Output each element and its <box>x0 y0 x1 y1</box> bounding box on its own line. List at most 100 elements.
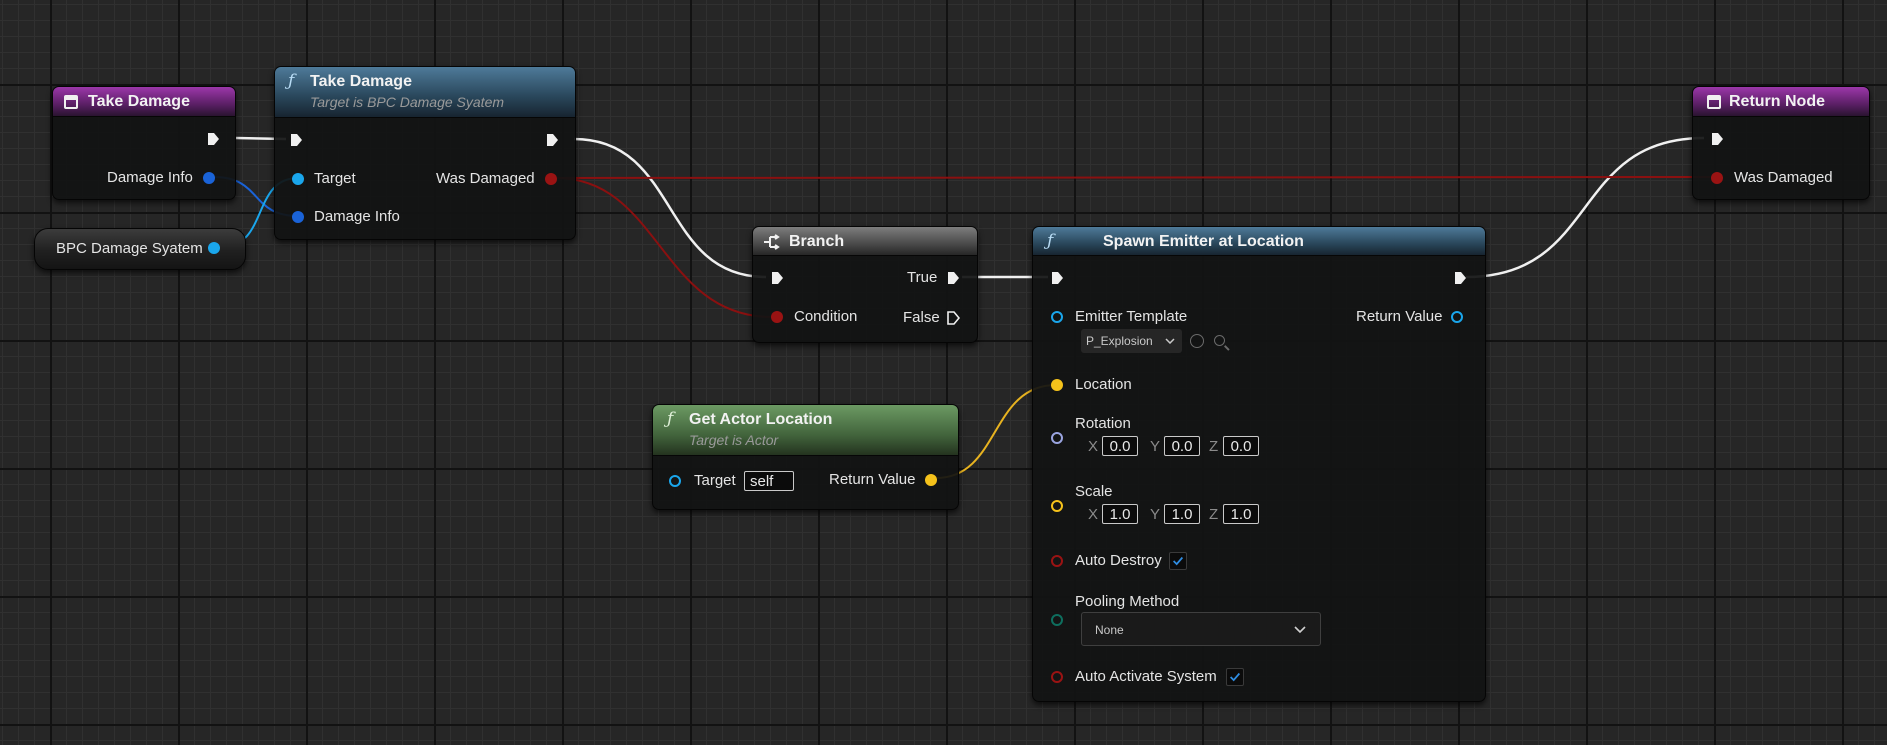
damage-info-in-pin[interactable] <box>292 211 304 223</box>
auto-activate-system-label: Auto Activate System <box>1075 668 1217 685</box>
function-icon: ƒ <box>1047 231 1054 251</box>
damage-info-out-pin[interactable] <box>203 172 215 184</box>
return-node-icon <box>1707 95 1721 109</box>
return-value-label: Return Value <box>829 471 916 488</box>
emitter-template-value: P_Explosion <box>1086 334 1153 348</box>
was-damaged-label: Was Damaged <box>436 170 535 187</box>
checkmark-icon <box>1230 672 1241 682</box>
emitter-template-in-pin[interactable] <box>1051 311 1063 323</box>
pooling-method-dropdown[interactable]: None <box>1081 612 1321 646</box>
condition-label: Condition <box>794 308 858 325</box>
exec-in-pin[interactable] <box>1710 132 1724 146</box>
auto-destroy-in-pin[interactable] <box>1051 555 1063 567</box>
target-in-pin[interactable] <box>669 475 681 487</box>
node-header: Take Damage <box>53 87 235 117</box>
node-header: Return Node <box>1693 87 1869 117</box>
scale-label: Scale <box>1075 483 1113 500</box>
exec-in-pin[interactable] <box>770 271 784 285</box>
node-title: Spawn Emitter at Location <box>1103 233 1304 250</box>
location-in-pin[interactable] <box>1051 379 1063 391</box>
true-label: True <box>907 269 938 286</box>
browse-asset-icon[interactable] <box>1214 335 1225 346</box>
exec-out-pin[interactable] <box>545 133 559 147</box>
variable-node-bpc-damage-system[interactable]: BPC Damage Syatem <box>34 228 246 270</box>
node-header: ƒ Spawn Emitter at Location <box>1033 227 1485 256</box>
pooling-method-label: Pooling Method <box>1075 593 1180 610</box>
rotation-z-axis-label: Z <box>1209 438 1219 455</box>
node-header: ƒ Take Damage Target is BPC Damage Syate… <box>275 67 575 118</box>
exec-wire-spawn-to-return[interactable] <box>1465 136 1705 279</box>
false-label: False <box>903 309 940 326</box>
return-value-out-pin[interactable] <box>1451 311 1463 323</box>
condition-in-pin[interactable] <box>771 311 783 323</box>
emitter-template-dropdown[interactable]: P_Explosion <box>1081 329 1182 353</box>
node-header: Branch <box>753 227 977 256</box>
branch-icon <box>764 234 780 250</box>
node-title: Take Damage <box>88 93 190 110</box>
damage-info-label: Damage Info <box>314 208 400 225</box>
node-title: Take Damage <box>310 73 412 90</box>
node-title: Branch <box>789 233 845 250</box>
bool-wire-damaged-to-return[interactable] <box>555 176 1711 179</box>
exec-in-pin[interactable] <box>289 133 303 147</box>
return-value-label: Return Value <box>1356 308 1443 325</box>
rotation-y-field[interactable]: 0.0 <box>1164 436 1200 456</box>
exec-wire-call-to-branch[interactable] <box>573 137 767 279</box>
node-subtitle: Target is BPC Damage Syatem <box>310 94 505 110</box>
bool-wire-damaged-to-condition[interactable] <box>555 177 773 318</box>
node-subtitle: Target is Actor <box>689 432 779 448</box>
variable-label: BPC Damage Syatem <box>56 240 203 257</box>
scale-in-pin[interactable] <box>1051 500 1063 512</box>
emitter-template-label: Emitter Template <box>1075 308 1188 325</box>
target-label: Target <box>694 472 736 489</box>
scale-x-field[interactable]: 1.0 <box>1102 504 1138 524</box>
variable-out-pin[interactable] <box>208 242 220 254</box>
event-icon <box>64 95 78 109</box>
rotation-in-pin[interactable] <box>1051 432 1063 444</box>
was-damaged-out-pin[interactable] <box>545 173 557 185</box>
exec-in-pin[interactable] <box>1050 271 1064 285</box>
rotation-y-axis-label: Y <box>1150 438 1161 455</box>
chevron-down-icon <box>1165 338 1175 344</box>
branch-node[interactable]: Branch True Condition False <box>752 226 978 343</box>
target-in-pin[interactable] <box>292 173 304 185</box>
scale-z-axis-label: Z <box>1209 506 1219 523</box>
auto-activate-in-pin[interactable] <box>1051 671 1063 683</box>
target-value-field[interactable]: self <box>744 471 794 491</box>
location-label: Location <box>1075 376 1132 393</box>
chevron-down-icon <box>1294 626 1306 634</box>
was-damaged-in-pin[interactable] <box>1711 172 1723 184</box>
damage-info-label: Damage Info <box>107 169 193 186</box>
target-label: Target <box>314 170 356 187</box>
pooling-method-value: None <box>1095 623 1124 637</box>
event-node-take-damage[interactable]: Take Damage Damage Info <box>52 86 236 200</box>
scale-z-field[interactable]: 1.0 <box>1223 504 1259 524</box>
exec-out-pin[interactable] <box>1453 271 1467 285</box>
scale-y-field[interactable]: 1.0 <box>1164 504 1200 524</box>
return-value-out-pin[interactable] <box>925 474 937 486</box>
rotation-x-field[interactable]: 0.0 <box>1102 436 1138 456</box>
auto-destroy-label: Auto Destroy <box>1075 552 1162 569</box>
return-node[interactable]: Return Node Was Damaged <box>1692 86 1870 200</box>
auto-activate-checkbox[interactable] <box>1226 668 1244 686</box>
pooling-method-in-pin[interactable] <box>1051 614 1063 626</box>
true-exec-out-pin[interactable] <box>946 271 960 285</box>
exec-out-pin[interactable] <box>206 132 220 146</box>
rotation-x-axis-label: X <box>1088 438 1099 455</box>
function-node-get-actor-location[interactable]: ƒ Get Actor Location Target is Actor Tar… <box>652 404 959 510</box>
use-selected-asset-icon[interactable] <box>1190 334 1204 348</box>
scale-x-axis-label: X <box>1088 506 1099 523</box>
function-icon: ƒ <box>667 409 674 429</box>
checkmark-icon <box>1173 556 1184 566</box>
was-damaged-label: Was Damaged <box>1734 169 1833 186</box>
node-title: Get Actor Location <box>689 411 833 428</box>
rotation-label: Rotation <box>1075 415 1131 432</box>
node-header: ƒ Get Actor Location Target is Actor <box>653 405 958 456</box>
function-node-spawn-emitter[interactable]: ƒ Spawn Emitter at Location Emitter Temp… <box>1032 226 1486 702</box>
node-title: Return Node <box>1729 93 1825 110</box>
scale-y-axis-label: Y <box>1150 506 1161 523</box>
auto-destroy-checkbox[interactable] <box>1169 552 1187 570</box>
false-exec-out-pin[interactable] <box>946 311 960 325</box>
rotation-z-field[interactable]: 0.0 <box>1223 436 1259 456</box>
function-node-take-damage[interactable]: ƒ Take Damage Target is BPC Damage Syate… <box>274 66 576 240</box>
